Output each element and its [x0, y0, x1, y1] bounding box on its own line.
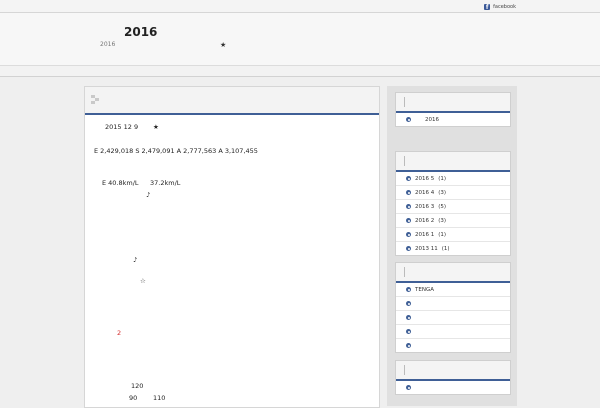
nav-bar [0, 66, 600, 77]
widget-title [396, 93, 510, 113]
widget-title [396, 263, 510, 283]
archive-item[interactable]: 2016 3 (5) [396, 200, 510, 214]
bullet-icon [406, 385, 411, 390]
category-item[interactable] [396, 339, 510, 352]
bullet-icon [406, 204, 411, 209]
list-item[interactable]: 2016 [396, 113, 510, 126]
post-star-outline: ☆ [140, 277, 146, 285]
bullet-icon [406, 117, 411, 122]
facebook-link[interactable]: f facebook [484, 3, 516, 11]
bullet-icon [406, 315, 411, 320]
archive-item[interactable]: 2016 5 (1) [396, 172, 510, 186]
list-item[interactable] [396, 381, 510, 394]
sidebar-widget-4 [395, 360, 511, 395]
archive-item[interactable]: 2016 2 (3) [396, 214, 510, 228]
post-date: 2015 12 9 [105, 123, 139, 131]
bullet-icon [406, 232, 411, 237]
post-star: ★ [153, 123, 159, 131]
post-value-90: 90 [129, 394, 138, 402]
sidebar-widget-1: 2016 [395, 92, 511, 127]
category-item[interactable] [396, 297, 510, 311]
post-value-120: 120 [131, 382, 144, 390]
sidebar: 2016 2016 5 (1) 2016 4 (3) 2016 3 (5) 20… [387, 86, 517, 406]
post-note-1: ♪ [146, 191, 151, 199]
post-highlight-number: 2 [117, 329, 122, 337]
main-content: 2015 12 9 ★ E 2,429,018 S 2,479,091 A 2,… [84, 86, 380, 408]
facebook-label: facebook [493, 4, 516, 10]
site-header: 2016 2016 ★ [0, 13, 600, 66]
post-figures: E 2,429,018 S 2,479,091 A 2,777,563 A 3,… [94, 147, 258, 155]
bullet-icon [406, 190, 411, 195]
bullet-icon [406, 218, 411, 223]
post-mileage-1: E 40.8km/L [102, 179, 139, 187]
category-item[interactable]: TENGA [396, 283, 510, 297]
bullet-icon [406, 176, 411, 181]
archive-item[interactable]: 2013 11 (1) [396, 242, 510, 255]
page-icon [91, 95, 99, 104]
post-note-2: ♪ [133, 256, 138, 264]
top-bar: f facebook [0, 0, 600, 13]
bullet-icon [406, 343, 411, 348]
sidebar-widget-archives: 2016 5 (1) 2016 4 (3) 2016 3 (5) 2016 2 … [395, 151, 511, 256]
widget-title [396, 152, 510, 172]
site-title[interactable]: 2016 [124, 25, 157, 39]
category-item[interactable] [396, 311, 510, 325]
bullet-icon [406, 329, 411, 334]
site-description: 2016 [100, 41, 116, 48]
post-mileage-2: 37.2km/L [150, 179, 181, 187]
site-description-star: ★ [220, 41, 227, 49]
post-value-110: 110 [153, 394, 166, 402]
widget-title [396, 361, 510, 381]
bullet-icon [406, 301, 411, 306]
post-header [85, 87, 379, 115]
facebook-icon: f [484, 4, 491, 11]
archive-item[interactable]: 2016 1 (1) [396, 228, 510, 242]
bullet-icon [406, 287, 411, 292]
category-item[interactable] [396, 325, 510, 339]
bullet-icon [406, 246, 411, 251]
archive-item[interactable]: 2016 4 (3) [396, 186, 510, 200]
sidebar-widget-categories: TENGA [395, 262, 511, 353]
